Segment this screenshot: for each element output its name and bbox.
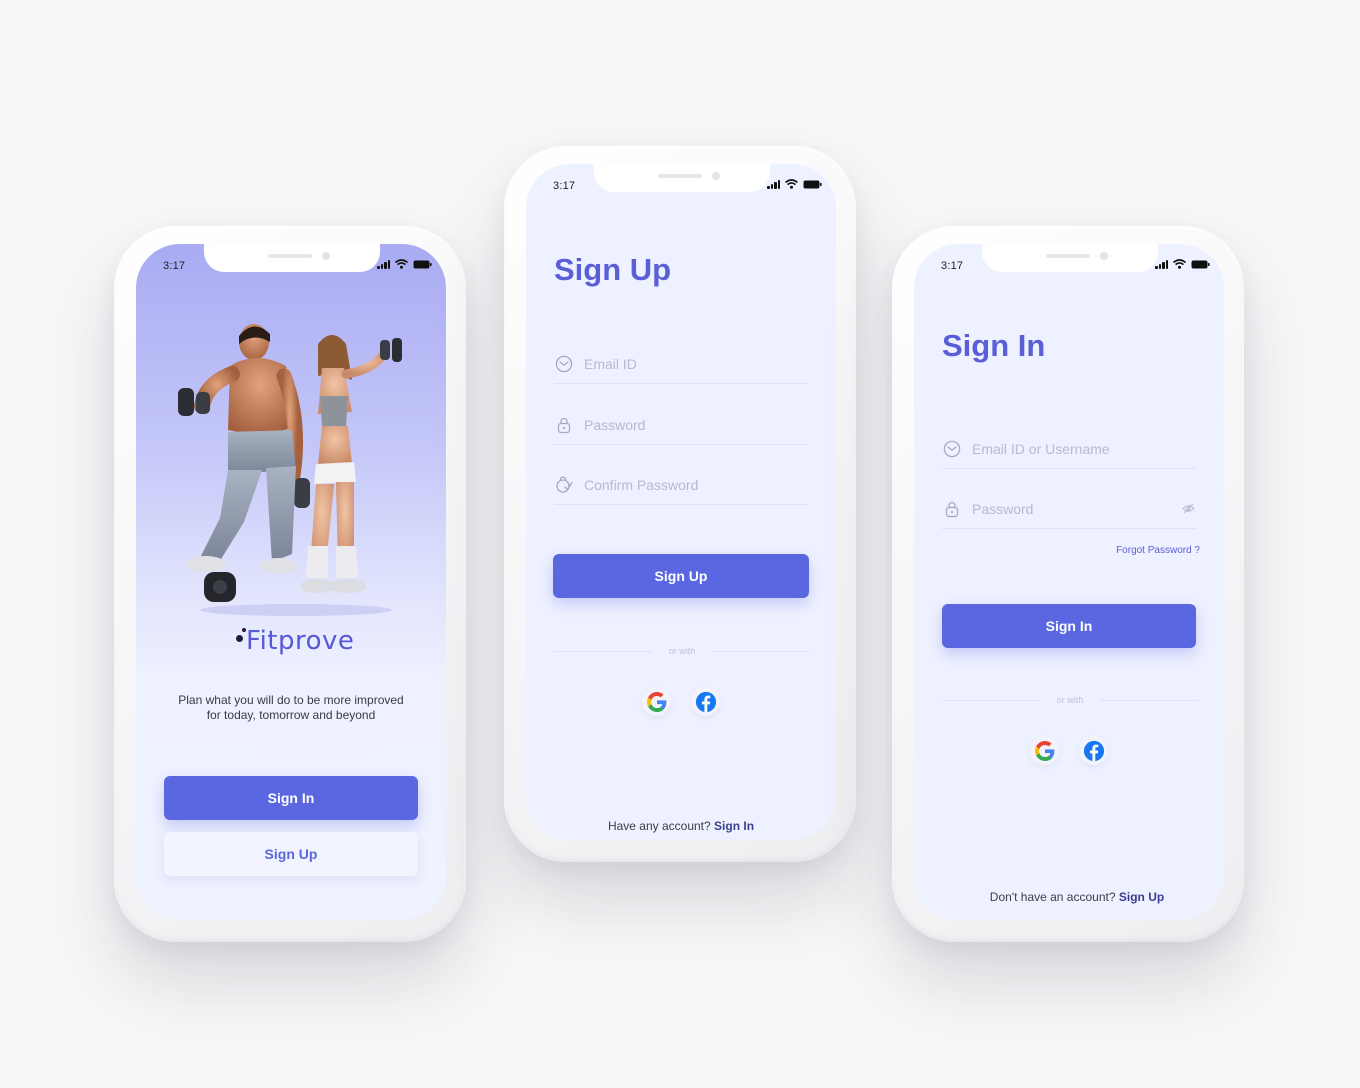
google-login-button[interactable] [1030,736,1059,765]
divider-text: or with [668,646,696,656]
page-title: Sign In [942,328,1046,363]
wifi-icon [785,179,798,189]
password-field[interactable] [554,405,808,445]
divider-text: or with [1056,695,1084,705]
footer-prompt-text: Have any account? [607,819,711,833]
status-icons [377,259,432,269]
welcome-screen: 3:17 Fitprove Plan what you will do to b… [136,244,446,920]
password-input[interactable] [584,416,808,433]
sign-in-link[interactable]: Sign In [714,819,754,833]
email-username-input[interactable] [972,440,1196,457]
athletes-illustration [178,324,402,616]
password-field[interactable] [942,489,1196,529]
battery-icon [413,260,432,269]
battery-icon [1191,260,1210,269]
email-input[interactable] [584,355,808,372]
sign-up-prompt: Don't have an account? Sign Up [922,890,1224,904]
user-check-icon [554,475,574,495]
phone-sign-up: 3:17 Sign Up Email ID Sign Up or with Ha… [504,146,856,862]
notch [204,244,380,272]
status-icons [1155,259,1210,269]
google-icon [646,691,666,712]
wifi-icon [395,259,408,269]
facebook-icon [695,691,716,712]
status-time: 3:17 [553,180,576,192]
sign-in-submit-button[interactable]: Sign In [942,604,1196,648]
email-field[interactable] [554,344,808,384]
footer-prompt-text: Don't have an account? [989,890,1116,904]
phone-welcome: 3:17 Fitprove Plan what you will do to b… [114,226,466,942]
status-icons [767,179,822,189]
tagline: Plan what you will do to be more improve… [156,693,426,723]
social-login [642,687,720,716]
or-with-divider: or with [554,645,811,657]
or-with-divider: or with [942,694,1199,706]
mail-icon [942,439,962,459]
page-title: Sign Up [554,252,672,287]
brand-name: Fitprove [246,626,355,656]
signal-icon [377,259,390,269]
wifi-icon [1173,259,1186,269]
google-login-button[interactable] [642,687,671,716]
lock-icon [554,415,574,435]
eye-off-icon[interactable] [1180,501,1196,517]
sign-up-link[interactable]: Sign Up [1119,890,1164,904]
sign-in-button[interactable]: Sign In [164,776,418,820]
facebook-login-button[interactable] [1079,736,1108,765]
battery-icon [803,180,822,189]
mail-icon [554,354,574,374]
signal-icon [1155,259,1168,269]
status-time: 3:17 [163,260,186,272]
sign-up-button[interactable]: Sign Up [164,832,418,876]
notch [982,244,1158,272]
facebook-icon [1083,740,1104,761]
sign-in-screen: 3:17 Sign In Forgot Pa [914,244,1224,920]
tagline-line-1: Plan what you will do to be more improve… [178,693,404,707]
confirm-password-input[interactable] [584,476,808,493]
forgot-password-link[interactable]: Forgot Password ? [1116,545,1200,556]
phone-sign-in: 3:17 Sign In Forgot Pa [892,226,1244,942]
tagline-line-2: for today, tomorrow and beyond [206,708,376,722]
status-time: 3:17 [941,260,964,272]
sign-in-prompt: Have any account? Sign In [526,819,836,833]
sign-up-screen: 3:17 Sign Up Email ID Sign Up or with Ha… [526,164,836,840]
lock-icon [942,499,962,519]
password-input[interactable] [972,500,1180,517]
sign-up-submit-button[interactable]: Sign Up [553,554,809,598]
signal-icon [767,179,780,189]
notch [594,164,770,192]
email-username-field[interactable] [942,429,1196,469]
brand-logo: Fitprove [234,626,354,656]
google-icon [1034,740,1054,761]
confirm-password-field[interactable] [554,465,808,505]
social-login [1030,736,1108,765]
facebook-login-button[interactable] [691,687,720,716]
logo-mark-icon [234,626,246,644]
